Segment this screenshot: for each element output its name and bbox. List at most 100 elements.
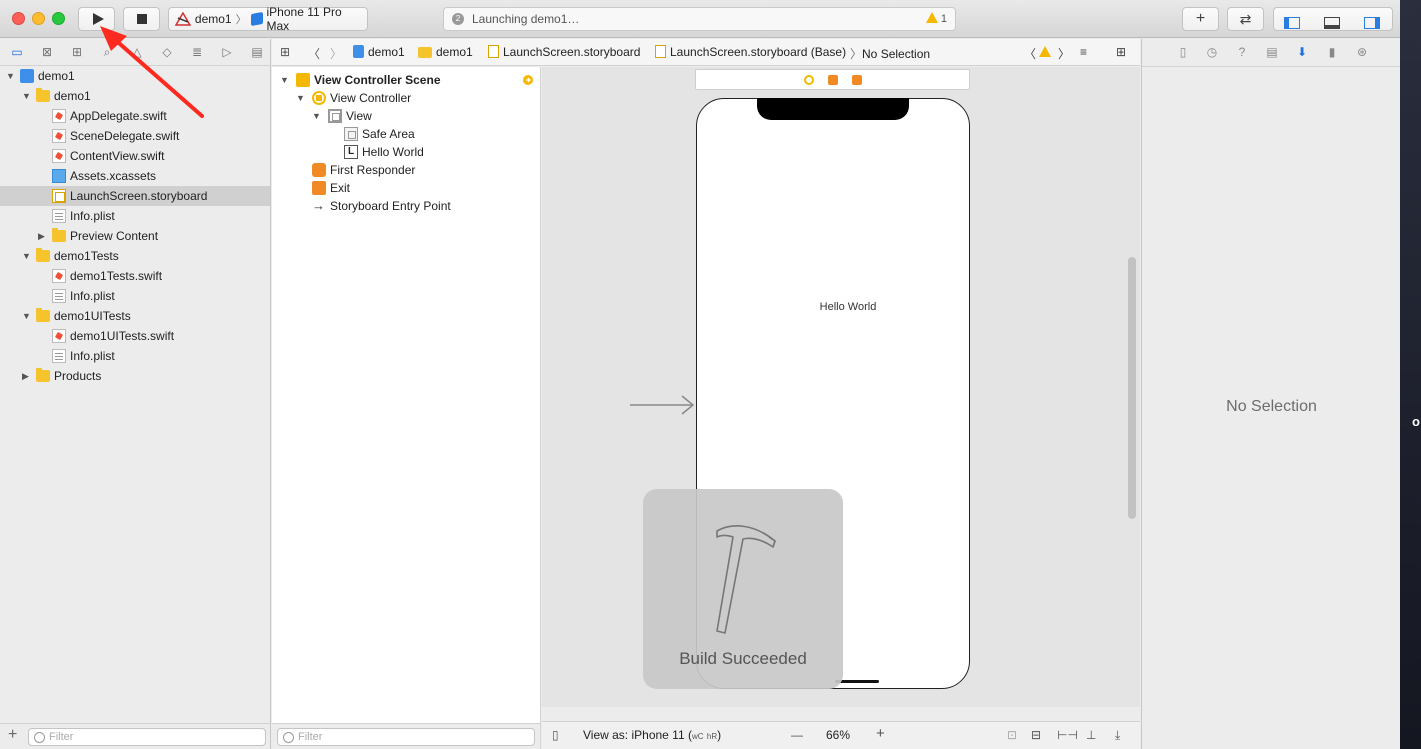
first-responder-icon[interactable] <box>828 75 838 85</box>
disclosure-open-icon[interactable]: ▼ <box>22 86 32 106</box>
find-tab-icon[interactable]: ⌕ <box>98 45 116 60</box>
navigator-row[interactable]: ContentView.swift <box>0 146 270 166</box>
toggle-outline-icon[interactable]: ▯ <box>552 728 559 742</box>
align-icon[interactable]: ⊢⊣ <box>1057 728 1078 742</box>
size-inspector-icon[interactable]: ▮ <box>1324 45 1340 59</box>
outline-row[interactable]: First Responder <box>272 161 540 179</box>
history-inspector-icon[interactable]: ◷ <box>1204 45 1220 59</box>
entry-point-arrow[interactable] <box>630 393 696 417</box>
inspector-pane-toggle[interactable] <box>1364 13 1380 35</box>
disclosure-open-icon[interactable]: ▼ <box>22 246 32 266</box>
device-configuration-button[interactable]: View as: iPhone 11 (wC hR) <box>583 728 721 742</box>
zoom-level[interactable]: 66% <box>826 728 850 742</box>
update-frames-icon[interactable]: ⊡ <box>1007 728 1017 742</box>
outline-filter-input[interactable]: Filter <box>277 728 535 746</box>
symbol-tab-icon[interactable]: ⊞ <box>68 45 86 59</box>
navigator-row[interactable]: Assets.xcassets <box>0 166 270 186</box>
help-inspector-icon[interactable]: ? <box>1234 45 1250 59</box>
navigator-row[interactable]: ▶ Products <box>0 366 270 386</box>
navigator-row-label: demo1Tests <box>54 249 119 263</box>
navigator-row[interactable]: LaunchScreen.storyboard <box>0 186 270 206</box>
navigator-row-label: demo1Tests.swift <box>70 269 163 283</box>
navigator-row[interactable]: ▶ Preview Content <box>0 226 270 246</box>
disclosure-open-icon[interactable]: ▼ <box>6 66 16 86</box>
vertical-scrollbar[interactable] <box>1128 257 1136 519</box>
disclosure-open-icon[interactable]: ▼ <box>296 89 306 107</box>
navigator-row[interactable]: Info.plist <box>0 206 270 226</box>
disclosure-open-icon[interactable]: ▼ <box>280 71 290 89</box>
identity-inspector-icon[interactable]: ▤ <box>1264 45 1280 59</box>
outline-row[interactable]: ▼ View Controller Scene <box>272 71 540 89</box>
exit-icon[interactable] <box>852 75 862 85</box>
navigator-pane-toggle[interactable] <box>1284 13 1300 35</box>
folder-icon <box>36 88 50 102</box>
outline-row[interactable]: Exit <box>272 179 540 197</box>
debug-pane-toggle[interactable] <box>1324 13 1340 35</box>
test-tab-icon[interactable]: ◇ <box>158 45 176 59</box>
disclosure-open-icon[interactable]: ▼ <box>22 306 32 326</box>
forward-chevron-icon[interactable]: 〉 <box>330 45 342 62</box>
navigator-row[interactable]: AppDelegate.swift <box>0 106 270 126</box>
disclosure-open-icon[interactable]: ▼ <box>312 107 322 125</box>
navigator-row-label: AppDelegate.swift <box>70 109 167 123</box>
run-button[interactable] <box>78 7 115 31</box>
first-responder-icon <box>312 163 326 177</box>
navigator-row[interactable]: Info.plist <box>0 346 270 366</box>
debug-tab-icon[interactable]: ≣ <box>188 45 206 59</box>
outline-row[interactable]: L Hello World <box>272 143 540 161</box>
back-chevron-icon[interactable]: 〈 <box>308 45 320 62</box>
code-review-button[interactable]: ⇄ <box>1227 7 1264 31</box>
zoom-window-button[interactable] <box>52 12 65 25</box>
navigator-filter-input[interactable]: Filter <box>28 728 266 746</box>
plist-icon <box>52 349 66 363</box>
source-control-tab-icon[interactable]: ⊠ <box>38 45 56 59</box>
connections-inspector-icon[interactable]: ⊛ <box>1354 45 1370 59</box>
disclosure-closed-icon[interactable]: ▶ <box>38 226 48 246</box>
resolve-issues-icon[interactable]: ⤓ <box>1115 728 1120 743</box>
issue-tab-icon[interactable]: △ <box>128 45 146 59</box>
scheme-selector[interactable]: demo1 〉 iPhone 11 Pro Max <box>168 5 368 33</box>
crumb-localization[interactable]: LaunchScreen.storyboard (Base) <box>655 45 846 59</box>
scheme-device: iPhone 11 Pro Max <box>266 5 342 33</box>
folder-tab-icon[interactable]: ▭ <box>8 45 26 59</box>
zoom-in-button[interactable]: + <box>876 725 885 742</box>
warning-indicator[interactable]: 1 <box>925 12 947 25</box>
disclosure-closed-icon[interactable]: ▶ <box>22 366 32 386</box>
previous-issue-icon[interactable]: 〈 <box>1024 45 1036 62</box>
crumb-selection[interactable]: 〉No Selection <box>850 45 930 62</box>
related-items-icon[interactable]: ⊞ <box>280 45 290 59</box>
crumb-folder[interactable]: demo1 <box>418 45 473 59</box>
crumb-project[interactable]: demo1 <box>353 45 405 59</box>
add-editor-icon[interactable]: ⊞ <box>1116 45 1126 59</box>
library-button[interactable]: + <box>1182 7 1219 31</box>
outline-row[interactable]: ▼ View Controller <box>272 89 540 107</box>
hello-world-label[interactable]: Hello World <box>697 301 999 313</box>
navigator-row[interactable]: ▼ demo1UITests <box>0 306 270 326</box>
issue-warning-icon[interactable] <box>1039 45 1054 59</box>
report-tab-icon[interactable]: ▤ <box>248 45 266 59</box>
next-issue-icon[interactable]: 〉 <box>1058 45 1070 62</box>
stack-view-icon[interactable]: ⊟ <box>1031 728 1041 742</box>
navigator-row[interactable]: Info.plist <box>0 286 270 306</box>
outline-row[interactable]: ▼ View <box>272 107 540 125</box>
crumb-file[interactable]: LaunchScreen.storyboard <box>488 45 640 59</box>
navigator-row[interactable]: ▼ demo1 <box>0 66 270 86</box>
outline-row[interactable]: Safe Area <box>272 125 540 143</box>
view-controller-icon[interactable] <box>804 75 814 85</box>
navigator-row[interactable]: demo1Tests.swift <box>0 266 270 286</box>
stop-button[interactable] <box>123 7 160 31</box>
editor-options-icon[interactable]: ≡ <box>1080 45 1087 59</box>
file-inspector-icon[interactable]: ▯ <box>1175 45 1191 59</box>
navigator-row[interactable]: ▼ demo1 <box>0 86 270 106</box>
outline-row[interactable]: → Storyboard Entry Point <box>272 197 540 215</box>
attributes-inspector-icon[interactable]: ⬇ <box>1294 45 1310 59</box>
breakpoint-tab-icon[interactable]: ▷ <box>218 45 236 59</box>
navigator-row[interactable]: ▼ demo1Tests <box>0 246 270 266</box>
navigator-row[interactable]: demo1UITests.swift <box>0 326 270 346</box>
zoom-out-button[interactable]: — <box>791 728 803 742</box>
close-window-button[interactable] <box>12 12 25 25</box>
add-constraints-icon[interactable]: ⊥ <box>1086 728 1096 742</box>
navigator-row[interactable]: SceneDelegate.swift <box>0 126 270 146</box>
minimize-window-button[interactable] <box>32 12 45 25</box>
add-file-icon[interactable]: + <box>8 726 17 744</box>
